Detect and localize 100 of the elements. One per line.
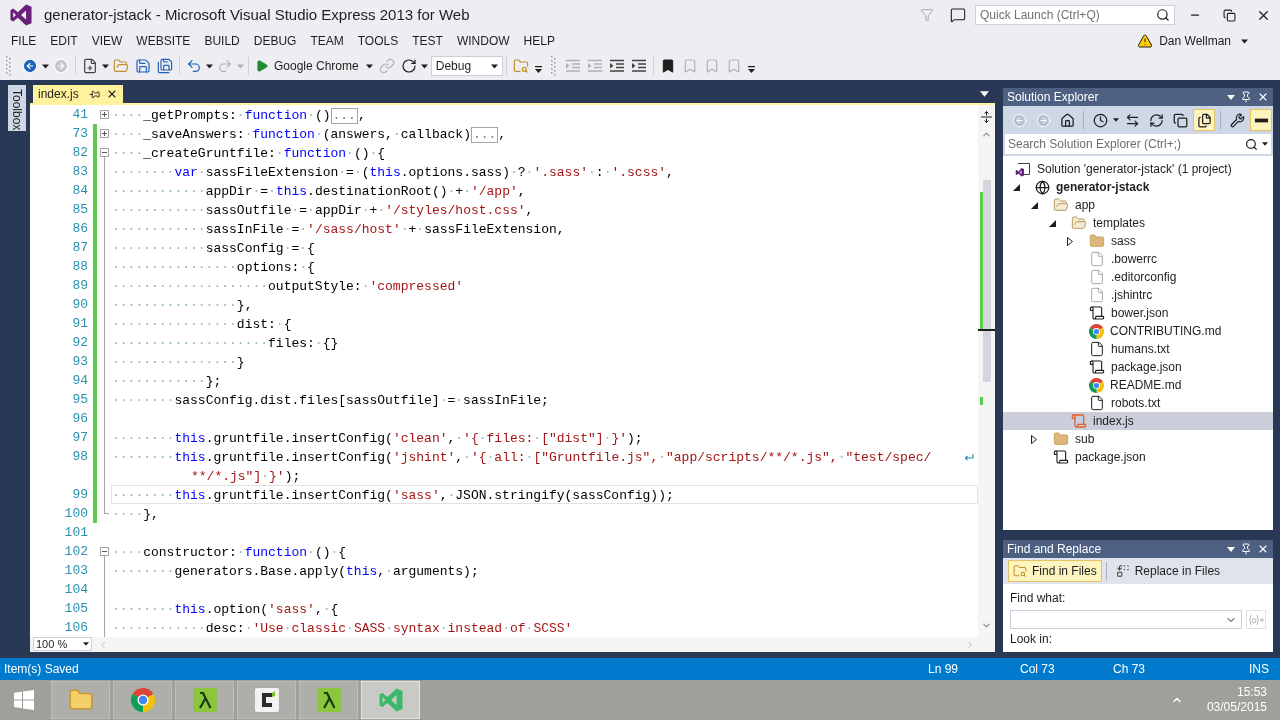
- taskbar-app-button[interactable]: [237, 681, 296, 719]
- scroll-icon: [1089, 305, 1105, 321]
- tree-item[interactable]: package.json: [1003, 358, 1273, 376]
- tree-item[interactable]: .editorconfig: [1003, 268, 1273, 286]
- split-handle-icon[interactable]: [981, 111, 992, 123]
- caret-icon[interactable]: [206, 63, 213, 69]
- taskbar-app-button[interactable]: [299, 681, 358, 719]
- menu-item[interactable]: HELP: [516, 32, 562, 50]
- code-line: ········sassConfig.dist.files[sassOutfile]·=·sassInFile;: [112, 392, 549, 410]
- tree-item[interactable]: package.json: [1003, 448, 1273, 466]
- panel-tab[interactable]: Find in Files: [1008, 560, 1102, 582]
- preview-button[interactable]: [1250, 109, 1272, 131]
- toolbox-tab[interactable]: Toolbox: [8, 85, 26, 131]
- minus-box-icon[interactable]: [100, 148, 109, 157]
- caret-icon[interactable]: [1262, 142, 1268, 146]
- panel-title: Find and Replace: [1007, 541, 1102, 558]
- line-number: 41: [72, 106, 88, 124]
- tree-item[interactable]: humans.txt: [1003, 340, 1273, 358]
- close-icon[interactable]: [1257, 91, 1269, 103]
- caret-icon[interactable]: [420, 63, 428, 69]
- tree-item[interactable]: sass: [1003, 232, 1273, 250]
- show-all-files-button[interactable]: [1193, 109, 1215, 131]
- caret-icon[interactable]: [1227, 546, 1235, 552]
- pin-icon[interactable]: [1240, 543, 1252, 555]
- line-number: 102: [64, 543, 88, 561]
- tree-item[interactable]: .bowerrc: [1003, 250, 1273, 268]
- folder-icon: [1053, 431, 1069, 447]
- tree-item[interactable]: README.md: [1003, 376, 1273, 394]
- caret-icon: [1241, 38, 1248, 44]
- tree-item[interactable]: templates: [1003, 214, 1273, 232]
- pin-icon[interactable]: [88, 88, 100, 100]
- run-button[interactable]: Google Chrome: [252, 55, 376, 77]
- line-number: 88: [72, 258, 88, 276]
- lambda-tile-icon: [316, 688, 341, 712]
- zoom-dropdown[interactable]: 100 %: [33, 637, 92, 651]
- menu-item[interactable]: VIEW: [84, 32, 130, 50]
- caret-icon[interactable]: [1227, 94, 1235, 100]
- tree-item[interactable]: generator-jstack: [1003, 178, 1273, 196]
- menu-item[interactable]: WINDOW: [449, 32, 517, 50]
- browser-logo-icon: [130, 688, 155, 712]
- search-icon[interactable]: [1245, 137, 1258, 151]
- tree-item[interactable]: CONTRIBUTING.md: [1003, 322, 1273, 340]
- caret-icon[interactable]: [102, 63, 109, 69]
- pin-icon[interactable]: [1240, 91, 1252, 103]
- folder-search-icon: [512, 58, 529, 74]
- plus-box-icon[interactable]: [100, 129, 109, 138]
- code-line: ········this.gruntfile.insertConfig('jshint',·'{·all:·["Gruntfile.js",·"app/scripts/**/*.js",·"test/spec/ **/*.js"]·}');: [112, 449, 932, 486]
- open-folder-icon: [113, 58, 129, 74]
- tree-item[interactable]: robots.txt: [1003, 394, 1273, 412]
- speech-bubble-icon[interactable]: [950, 7, 966, 23]
- text-lines-icon: [586, 58, 603, 74]
- menu-item[interactable]: TEAM: [303, 32, 351, 50]
- panel-tab[interactable]: Replace in Files: [1110, 560, 1226, 582]
- caret-icon[interactable]: [980, 91, 989, 97]
- tree-item[interactable]: Solution 'generator-jstack' (1 project): [1003, 160, 1273, 178]
- account-menu[interactable]: Dan Wellman: [1137, 32, 1248, 50]
- minus-box-icon[interactable]: [100, 547, 109, 556]
- caret-icon[interactable]: [1113, 118, 1119, 122]
- search-field[interactable]: Search Solution Explorer (Ctrl+;): [1005, 134, 1271, 154]
- menu-item[interactable]: FILE: [4, 32, 44, 50]
- toolbar-overflow-icon[interactable]: [747, 66, 755, 74]
- menu-item[interactable]: TEST: [405, 32, 450, 50]
- toolbar-grip-icon[interactable]: [550, 55, 556, 77]
- scroll-thumb[interactable]: [983, 180, 991, 382]
- browser-logo-icon: [1089, 377, 1104, 393]
- menu-item[interactable]: BUILD: [197, 32, 247, 50]
- close-icon[interactable]: [1257, 543, 1269, 555]
- circle-arrow-left-icon: [1011, 112, 1027, 128]
- plus-box-icon[interactable]: [100, 110, 109, 119]
- menu-item[interactable]: TOOLS: [350, 32, 406, 50]
- expanded-triangle-icon[interactable]: [1049, 219, 1056, 227]
- code-line: ········generators.Base.apply(this,·arguments);: [112, 563, 479, 581]
- menu-item[interactable]: EDIT: [43, 32, 85, 50]
- collapsed-triangle-icon[interactable]: [1067, 236, 1073, 246]
- two-way-arrows-icon: [1124, 112, 1140, 128]
- curved-arrow-left-icon: [186, 58, 202, 74]
- editor-tab[interactable]: index.js: [33, 85, 123, 103]
- configuration-dropdown[interactable]: Debug: [430, 56, 503, 76]
- caret-icon[interactable]: [42, 63, 49, 69]
- menu-item[interactable]: WEBSITE: [129, 32, 198, 50]
- globe-icon: [1035, 179, 1050, 195]
- circular-arrow-icon: [400, 58, 417, 74]
- expanded-triangle-icon[interactable]: [1013, 183, 1020, 191]
- tree-item[interactable]: index.js: [1003, 412, 1273, 430]
- wrench-icon: [1229, 112, 1245, 128]
- search-icon[interactable]: [1156, 8, 1170, 22]
- expanded-triangle-icon[interactable]: [1031, 201, 1038, 209]
- tree-item[interactable]: bower.json: [1003, 304, 1273, 322]
- collapsed-triangle-icon[interactable]: [1031, 434, 1037, 444]
- tree-item[interactable]: sub: [1003, 430, 1273, 448]
- toolbar-grip-icon[interactable]: [6, 55, 11, 77]
- toolbar-overflow-icon[interactable]: [534, 66, 542, 74]
- quick-launch-field[interactable]: Quick Launch (Ctrl+Q): [975, 5, 1175, 25]
- line-number: 73: [72, 125, 88, 143]
- tree-item[interactable]: app: [1003, 196, 1273, 214]
- vertical-scrollbar[interactable]: [978, 105, 995, 637]
- taskbar-app-button[interactable]: [175, 681, 234, 719]
- menu-item[interactable]: DEBUG: [246, 32, 304, 50]
- line-number: 101: [64, 524, 88, 542]
- tree-item[interactable]: .jshintrc: [1003, 286, 1273, 304]
